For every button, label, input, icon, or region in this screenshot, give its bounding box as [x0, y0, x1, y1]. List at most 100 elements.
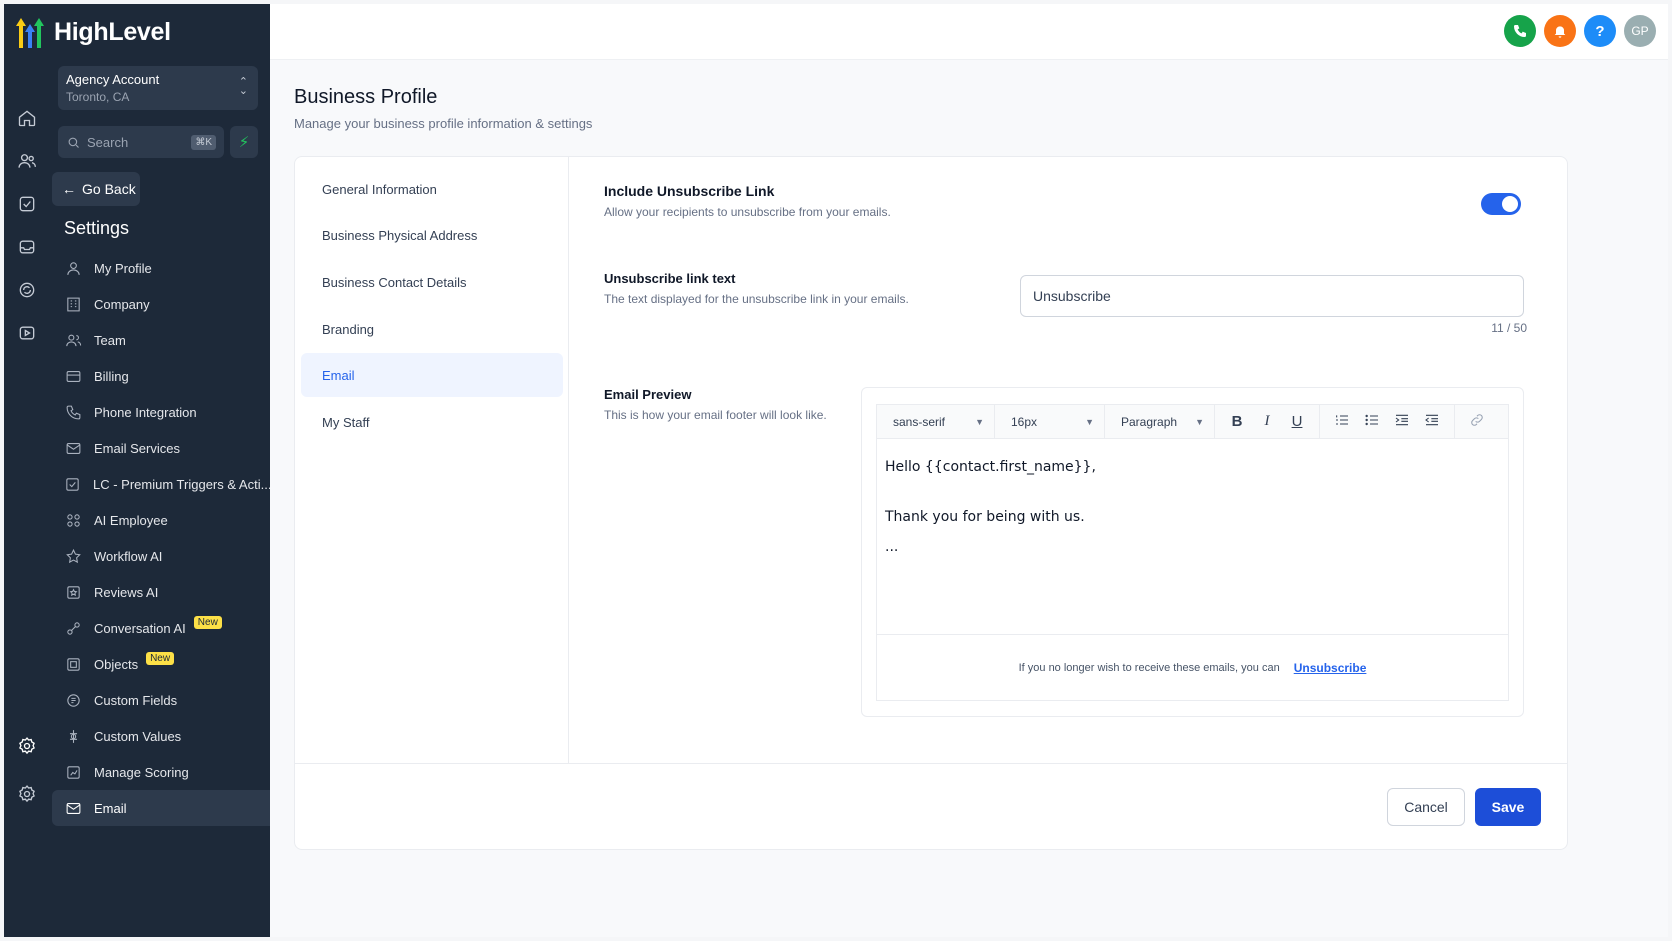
- help-button[interactable]: ?: [1584, 15, 1616, 47]
- sidebar-item-objects[interactable]: Objects New: [52, 646, 270, 682]
- avatar-initials: GP: [1631, 24, 1649, 38]
- tasks-icon[interactable]: [15, 192, 39, 216]
- unsubscribe-link[interactable]: Unsubscribe: [1294, 661, 1367, 675]
- media-icon[interactable]: [15, 321, 39, 345]
- building-icon: [64, 295, 82, 313]
- phone-call-button[interactable]: [1504, 15, 1536, 47]
- sidebar-item-label: Custom Fields: [94, 692, 178, 708]
- underline-icon[interactable]: U: [1289, 413, 1305, 430]
- sidebar-item-my-profile[interactable]: My Profile: [52, 250, 270, 286]
- email-ellipsis: ...: [885, 539, 899, 555]
- sidebar-item-billing[interactable]: Billing: [52, 358, 270, 394]
- email-preview-label: Email Preview: [604, 387, 692, 402]
- profile-subnav: General Information Business Physical Ad…: [295, 157, 569, 763]
- block-type-select[interactable]: Paragraph ▼: [1105, 404, 1215, 439]
- sidebar-item-phone-integration[interactable]: Phone Integration: [52, 394, 270, 430]
- include-unsubscribe-toggle[interactable]: [1481, 193, 1521, 215]
- avatar[interactable]: GP: [1624, 15, 1656, 47]
- tab-business-contact-details[interactable]: Business Contact Details: [301, 260, 563, 304]
- billing-icon: [64, 367, 82, 385]
- editor-body[interactable]: Hello {{contact.first_name}}, Thank you …: [877, 439, 1508, 575]
- contacts-icon[interactable]: [15, 149, 39, 173]
- tab-business-physical-address[interactable]: Business Physical Address: [301, 213, 563, 257]
- quick-action-bolt-icon[interactable]: ⚡: [230, 126, 258, 158]
- logo: HighLevel: [14, 14, 171, 50]
- email-preview-description: This is how your email footer will look …: [604, 408, 827, 422]
- new-badge: New: [193, 615, 222, 629]
- sidebar-item-manage-scoring[interactable]: Manage Scoring: [52, 754, 270, 790]
- sidebar-item-custom-values[interactable]: Custom Values: [52, 718, 270, 754]
- italic-icon[interactable]: I: [1259, 413, 1275, 430]
- sidebar-item-company[interactable]: Company: [52, 286, 270, 322]
- unsubscribe-text-input[interactable]: Unsubscribe: [1020, 275, 1524, 317]
- brand-name: HighLevel: [54, 17, 171, 46]
- sidebar-item-label: AI Employee: [94, 512, 168, 528]
- char-counter: 11 / 50: [1491, 321, 1527, 335]
- logo-arrows-icon: [14, 14, 48, 50]
- include-unsubscribe-label: Include Unsubscribe Link: [604, 183, 775, 199]
- sidebar-item-custom-fields[interactable]: Custom Fields: [52, 682, 270, 718]
- email-message: Thank you for being with us.: [885, 509, 1085, 525]
- sidebar-item-reviews-ai[interactable]: Reviews AI: [52, 574, 270, 610]
- inbox-icon[interactable]: [15, 235, 39, 259]
- tab-my-staff[interactable]: My Staff: [301, 400, 563, 444]
- team-icon: [64, 331, 82, 349]
- unsubscribe-text-description: The text displayed for the unsubscribe l…: [604, 292, 909, 306]
- tab-branding[interactable]: Branding: [301, 307, 563, 351]
- tab-email[interactable]: Email: [301, 353, 563, 397]
- cancel-button[interactable]: Cancel: [1387, 788, 1465, 826]
- sidebar-item-email-services[interactable]: Email Services: [52, 430, 270, 466]
- sidebar-item-conversation-ai[interactable]: Conversation AI New: [52, 610, 270, 646]
- unsubscribe-section: Include Unsubscribe Link Allow your reci…: [604, 183, 891, 219]
- settings-gear-icon[interactable]: [15, 734, 39, 758]
- editor-toolbar: sans-serif ▼ 16px ▼ Paragraph ▼ B I U: [877, 404, 1508, 439]
- save-button[interactable]: Save: [1475, 788, 1541, 826]
- scoring-icon: [64, 763, 82, 781]
- ordered-list-icon[interactable]: [1334, 412, 1350, 432]
- font-size-select[interactable]: 16px ▼: [995, 404, 1105, 439]
- sidebar-item-email[interactable]: Email: [52, 790, 270, 826]
- sidebar-item-label: Company: [94, 296, 150, 312]
- sync-icon[interactable]: [15, 278, 39, 302]
- tab-general-information[interactable]: General Information: [301, 167, 563, 211]
- sidebar-item-label: My Profile: [94, 260, 152, 276]
- sidebar-item-team[interactable]: Team: [52, 322, 270, 358]
- rich-text-editor: sans-serif ▼ 16px ▼ Paragraph ▼ B I U He…: [876, 404, 1509, 701]
- search-icon: [68, 137, 79, 148]
- sidebar-item-ai-employee[interactable]: AI Employee: [52, 502, 270, 538]
- chevron-down-icon: ▼: [1085, 416, 1094, 427]
- bold-icon[interactable]: B: [1229, 413, 1245, 430]
- settings-card: General Information Business Physical Ad…: [294, 156, 1568, 850]
- link-icon[interactable]: [1469, 412, 1485, 432]
- link-group: [1455, 405, 1499, 439]
- account-switcher[interactable]: Agency Account Toronto, CA ⌃ ⌄: [58, 66, 258, 110]
- sidebar-item-premium-triggers[interactable]: LC - Premium Triggers & Acti...: [52, 466, 270, 502]
- indent-icon[interactable]: [1394, 412, 1410, 432]
- email-greeting: Hello {{contact.first_name}},: [885, 459, 1096, 475]
- gear-icon[interactable]: [15, 782, 39, 806]
- include-unsubscribe-description: Allow your recipients to unsubscribe fro…: [604, 205, 891, 219]
- top-bar: ? GP: [270, 4, 1668, 60]
- outdent-icon[interactable]: [1424, 412, 1440, 432]
- mail-icon: [64, 799, 82, 817]
- notifications-button[interactable]: [1544, 15, 1576, 47]
- home-icon[interactable]: [15, 106, 39, 130]
- font-size-value: 16px: [1011, 414, 1038, 429]
- search-shortcut: ⌘K: [191, 134, 216, 150]
- search-box[interactable]: Search ⌘K: [58, 126, 224, 158]
- font-family-value: sans-serif: [893, 414, 946, 429]
- bullet-list-icon[interactable]: [1364, 412, 1380, 432]
- trigger-icon: [64, 475, 81, 493]
- go-back-button[interactable]: ← Go Back: [52, 172, 140, 206]
- sidebar-item-label: LC - Premium Triggers & Acti...: [93, 476, 270, 492]
- sidebar-item-workflow-ai[interactable]: Workflow AI: [52, 538, 270, 574]
- help-icon: ?: [1595, 22, 1605, 40]
- custom-fields-icon: [64, 691, 82, 709]
- objects-icon: [64, 655, 82, 673]
- email-footer: If you no longer wish to receive these e…: [877, 634, 1508, 700]
- search-placeholder: Search: [87, 134, 129, 150]
- app-frame: HighLevel Agency Account Toronto, CA ⌃ ⌄ …: [4, 4, 1668, 937]
- font-family-select[interactable]: sans-serif ▼: [877, 404, 995, 439]
- unsubscribe-text-label: Unsubscribe link text: [604, 271, 736, 286]
- star-icon: [64, 547, 82, 565]
